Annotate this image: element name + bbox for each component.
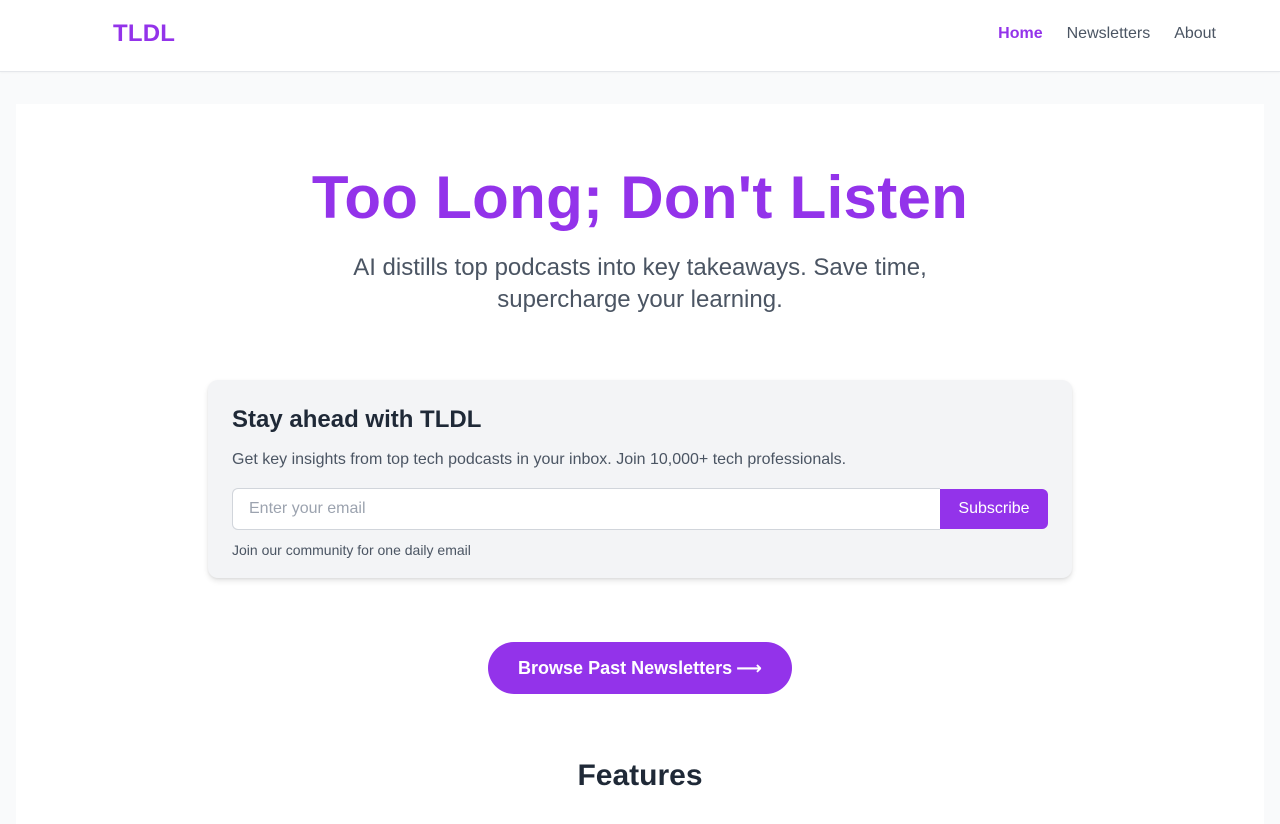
features-heading: Features: [577, 759, 703, 792]
top-navbar: TLDL Home Newsletters About: [0, 0, 1280, 72]
hero-subtitle: AI distills top podcasts into key takeaw…: [16, 252, 1264, 316]
subscribe-title: Stay ahead with TLDL: [232, 406, 482, 433]
hero-subtitle-line-2: supercharge your learning.: [497, 286, 783, 313]
subscribe-button[interactable]: Subscribe: [940, 489, 1048, 529]
main-nav: Home Newsletters About: [998, 25, 1216, 43]
browse-newsletters-button[interactable]: Browse Past Newsletters ⟶: [488, 642, 792, 694]
hero-title: Too Long; Don't Listen: [311, 164, 969, 231]
brand-logo[interactable]: TLDL: [113, 20, 175, 48]
nav-home[interactable]: Home: [998, 25, 1042, 43]
subscribe-note: Join our community for one daily email: [232, 542, 471, 558]
nav-newsletters[interactable]: Newsletters: [1067, 25, 1151, 43]
browse-newsletters-label: Browse Past Newsletters: [518, 657, 733, 678]
subscribe-form: Subscribe: [232, 488, 1048, 530]
nav-about[interactable]: About: [1174, 25, 1216, 43]
main-content: Too Long; Don't Listen AI distills top p…: [16, 104, 1264, 824]
arrow-right-icon: ⟶: [736, 658, 762, 678]
subscribe-description: Get key insights from top tech podcasts …: [232, 451, 847, 468]
hero-subtitle-line-1: AI distills top podcasts into key takeaw…: [353, 254, 927, 281]
email-input[interactable]: [232, 488, 940, 530]
subscribe-panel: Stay ahead with TLDL Get key insights fr…: [208, 380, 1072, 578]
